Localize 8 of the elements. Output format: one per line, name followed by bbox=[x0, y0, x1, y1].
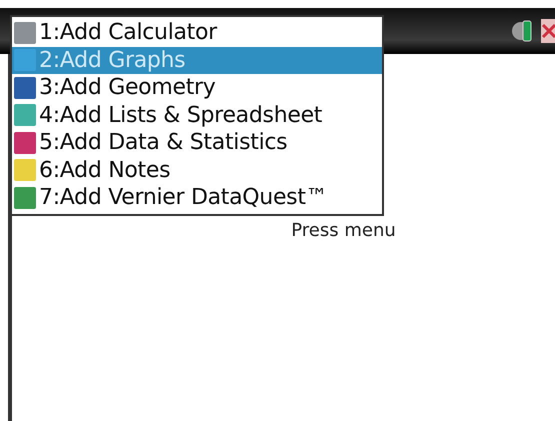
close-icon[interactable] bbox=[541, 18, 555, 44]
menu-item[interactable]: 4:Add Lists & Spreadsheet bbox=[12, 102, 382, 129]
menu-item[interactable]: 7:Add Vernier DataQuest™ bbox=[12, 184, 382, 212]
menu-item[interactable]: 5:Add Data & Statistics bbox=[12, 129, 382, 156]
menu-item[interactable]: 3:Add Geometry bbox=[12, 74, 382, 102]
menu-item[interactable]: 1:Add Calculator bbox=[12, 19, 382, 46]
menu-item[interactable]: 6:Add Notes bbox=[12, 156, 382, 184]
hint-text: Press menu bbox=[291, 220, 396, 242]
